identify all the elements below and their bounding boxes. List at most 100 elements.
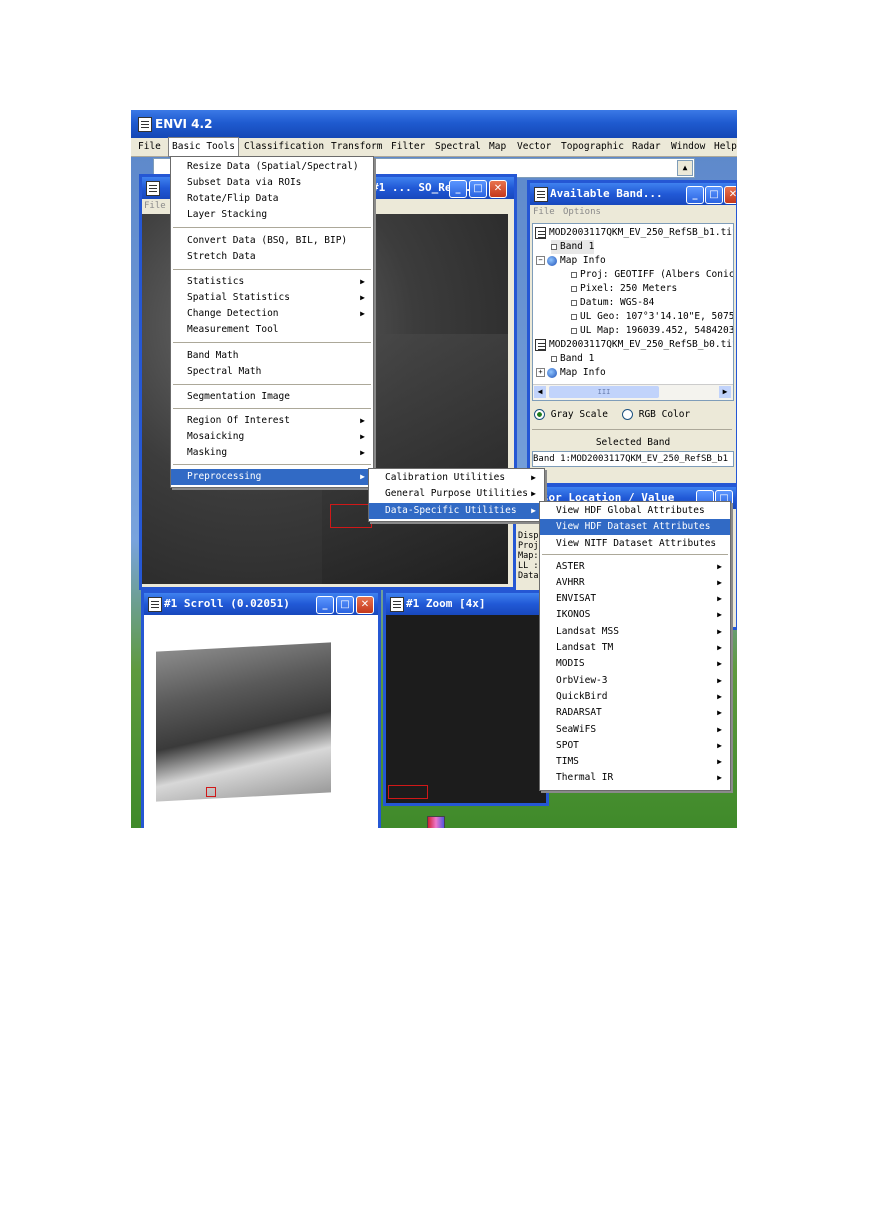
tree-item-band-1[interactable]: Band 1 [551,240,595,254]
menu-item-band-math[interactable]: Band Math [171,348,373,364]
menu-item-quickbird[interactable]: QuickBird ▶ [540,689,730,705]
menu-item-segmentation-image[interactable]: Segmentation Image [171,389,373,405]
menu-item-modis[interactable]: MODIS ▶ [540,656,730,672]
scroll-left-icon[interactable]: ◀ [534,386,546,398]
menu-item-spot[interactable]: SPOT ▶ [540,738,730,754]
scroll-right-icon[interactable]: ▶ [719,386,731,398]
menu-transform[interactable]: Transform [328,138,385,156]
scroll-up-arrow-icon[interactable]: ▲ [677,160,693,176]
expand-icon[interactable]: + [536,368,545,377]
close-icon[interactable]: ✕ [489,180,507,198]
maximize-icon[interactable]: □ [336,596,354,614]
scroll-image-area[interactable] [144,615,378,828]
menu-window[interactable]: Window [668,138,708,156]
collapse-icon[interactable]: − [536,256,545,265]
submenu-arrow-icon: ▶ [531,489,536,498]
menu-item-stretch-data[interactable]: Stretch Data [171,249,373,265]
menu-map[interactable]: Map [486,138,509,156]
image-file-menu[interactable]: File [142,201,166,211]
menu-help[interactable]: Help [711,138,737,156]
menu-item-view-hdf-global[interactable]: View HDF Global Attributes [540,503,730,519]
menu-item-landsat-tm[interactable]: Landsat TM ▶ [540,640,730,656]
menu-item-rotate-flip[interactable]: Rotate/Flip Data [171,191,373,207]
menu-item-general-purpose-utilities[interactable]: General Purpose Utilities ▶ [369,486,544,502]
tree-item-map-info-b[interactable]: + Map Info [536,366,606,380]
menu-item-region-of-interest[interactable]: Region Of Interest ▶ [171,413,373,429]
menu-item-view-hdf-dataset[interactable]: View HDF Dataset Attributes [540,519,730,535]
menu-item-avhrr[interactable]: AVHRR ▶ [540,575,730,591]
menu-item-label: Region Of Interest [187,415,290,426]
menu-item-label: OrbView-3 [556,675,608,686]
zoom-controls[interactable] [388,785,428,799]
tree-file-label: MOD2003117QKM_EV_250_RefSB_b0.tif [549,339,734,350]
menu-classification[interactable]: Classification [241,138,327,156]
tree-item-pixel[interactable]: Pixel: 250 Meters [571,282,677,296]
minimize-icon[interactable]: _ [449,180,467,198]
menu-topographic[interactable]: Topographic [558,138,627,156]
menu-item-spectral-math[interactable]: Spectral Math [171,364,373,380]
menu-item-statistics[interactable]: Statistics ▶ [171,274,373,290]
menu-item-subset-data[interactable]: Subset Data via ROIs [171,175,373,191]
tree-item-datum[interactable]: Datum: WGS-84 [571,296,654,310]
tree-item-ul-geo[interactable]: UL Geo: 107°3'14.10"E, 5075 [571,310,733,324]
menu-item-thermal-ir[interactable]: Thermal IR ▶ [540,770,730,786]
menu-item-landsat-mss[interactable]: Landsat MSS ▶ [540,624,730,640]
menu-item-ikonos[interactable]: IKONOS ▶ [540,607,730,623]
gray-scale-radio[interactable]: Gray Scale [534,409,608,420]
scroll-window-title: #1 Scroll (0.02051) [164,597,290,610]
menu-item-view-nitf-dataset[interactable]: View NITF Dataset Attributes [540,536,730,552]
menu-item-change-detection[interactable]: Change Detection ▶ [171,306,373,322]
menu-item-preprocessing[interactable]: Preprocessing ▶ [171,469,373,485]
close-icon[interactable]: ✕ [356,596,374,614]
menu-item-envisat[interactable]: ENVISAT ▶ [540,591,730,607]
tree-item-file-b1[interactable]: MOD2003117QKM_EV_250_RefSB_b1.tif [535,226,733,240]
tree-band-label: Band 1 [560,353,595,364]
tree-item-proj[interactable]: Proj: GEOTIFF (Albers Conic [571,268,733,282]
menu-item-aster[interactable]: ASTER ▶ [540,559,730,575]
maximize-icon[interactable]: □ [705,186,723,204]
menu-item-label: ASTER [556,561,585,572]
menu-item-seawifs[interactable]: SeaWiFS ▶ [540,722,730,738]
zoom-image-area[interactable] [386,615,546,803]
tree-item-band-1b[interactable]: Band 1 [551,352,594,366]
menu-radar[interactable]: Radar [629,138,664,156]
menu-item-radarsat[interactable]: RADARSAT ▶ [540,705,730,721]
tree-horizontal-scrollbar[interactable]: ◀ III ▶ [533,384,733,400]
menu-item-tims[interactable]: TIMS ▶ [540,754,730,770]
menu-item-layer-stacking[interactable]: Layer Stacking [171,207,373,223]
menu-separator [542,554,728,555]
close-icon[interactable]: ✕ [724,186,736,204]
menu-separator [173,227,371,228]
rgb-color-radio[interactable]: RGB Color [622,409,690,420]
tree-item-ul-map[interactable]: UL Map: 196039.452, 5484203 [571,324,733,338]
menu-item-orbview-3[interactable]: OrbView-3 ▶ [540,673,730,689]
maximize-icon[interactable]: □ [469,180,487,198]
scroll-thumb[interactable]: III [549,386,659,398]
menu-item-data-specific-utilities[interactable]: Data-Specific Utilities ▶ [369,503,544,519]
menu-item-spatial-statistics[interactable]: Spatial Statistics ▶ [171,290,373,306]
menu-item-convert-data[interactable]: Convert Data (BSQ, BIL, BIP) [171,233,373,249]
menu-basic-tools[interactable]: Basic Tools [168,137,239,157]
minimize-icon[interactable]: _ [316,596,334,614]
menu-item-mosaicking[interactable]: Mosaicking ▶ [171,429,373,445]
menu-item-resize-data[interactable]: Resize Data (Spatial/Spectral) [171,159,373,175]
bands-options-menu[interactable]: Options [563,205,601,220]
menu-vector[interactable]: Vector [514,138,554,156]
menu-item-label: Calibration Utilities [385,472,506,483]
tree-item-file-b0[interactable]: MOD2003117QKM_EV_250_RefSB_b0.tif [535,338,734,352]
bands-file-menu[interactable]: File [533,205,555,220]
menu-item-measurement-tool[interactable]: Measurement Tool [171,322,373,338]
menu-filter[interactable]: Filter [388,138,428,156]
desktop-shortcut-icon[interactable] [427,816,445,828]
image-window-title: #1 ... SO_RefS... [372,181,485,194]
menu-item-masking[interactable]: Masking ▶ [171,445,373,461]
menu-spectral[interactable]: Spectral [432,138,484,156]
globe-icon [547,367,557,378]
scroll-position-indicator[interactable] [206,787,216,797]
minimize-icon[interactable]: _ [686,186,704,204]
zoom-box-indicator[interactable] [330,504,372,528]
tree-item-map-info[interactable]: − Map Info [536,254,606,268]
menu-file[interactable]: File [135,138,164,156]
menu-item-label: SPOT [556,740,579,751]
menu-item-calibration-utilities[interactable]: Calibration Utilities ▶ [369,470,544,486]
